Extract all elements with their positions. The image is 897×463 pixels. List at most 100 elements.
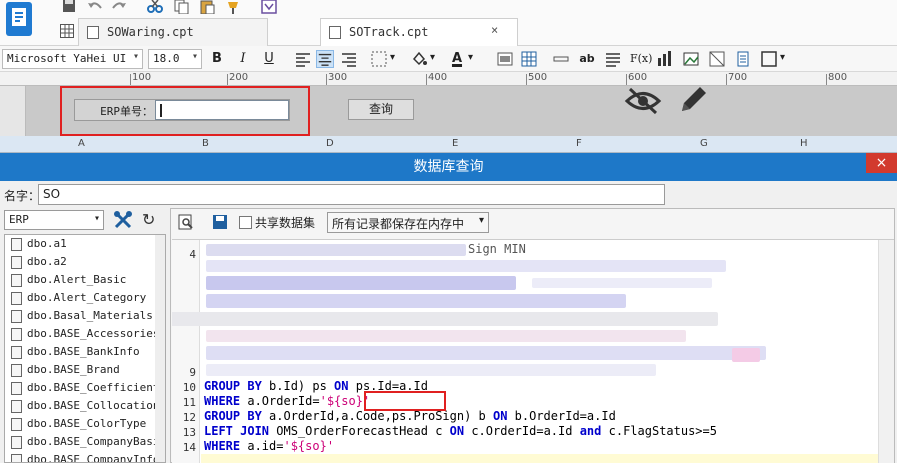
paste-icon[interactable] [198, 0, 216, 14]
align-center-icon[interactable] [316, 50, 334, 68]
ruler-tick: 700 [725, 72, 748, 85]
undo-icon[interactable] [86, 0, 104, 14]
tab-sotrack[interactable]: SOTrack.cpt × [320, 18, 518, 46]
frame-icon[interactable] [760, 50, 778, 68]
chevron-down-icon[interactable]: ▾ [390, 52, 395, 63]
copy-icon[interactable] [172, 0, 190, 14]
line-number: 9 [189, 366, 196, 379]
ruler-tick: 200 [226, 72, 249, 85]
text-tool-icon[interactable]: ab [578, 50, 596, 68]
line-number: 12 [182, 411, 196, 424]
font-color-icon[interactable]: A [448, 50, 466, 68]
obscured-code [206, 346, 766, 360]
report-file-icon [87, 26, 99, 39]
redo-icon[interactable] [110, 0, 128, 14]
image-icon[interactable] [682, 50, 700, 68]
table-name: dbo.BASE_ColorType [27, 417, 147, 430]
editor-scrollbar[interactable] [878, 240, 894, 463]
hide-eye-icon[interactable] [624, 86, 662, 116]
align-right-icon[interactable] [340, 50, 358, 68]
divider-icon[interactable] [552, 50, 570, 68]
list-item[interactable]: dbo.BASE_ColorType [5, 415, 165, 433]
column-header[interactable]: D [326, 138, 334, 149]
grid-icon[interactable] [520, 50, 538, 68]
ruler-tick: 400 [425, 72, 448, 85]
close-tab-icon[interactable]: × [491, 23, 498, 37]
align-left-icon[interactable] [294, 50, 312, 68]
list-item[interactable]: dbo.BASE_CompanyBasic [5, 433, 165, 451]
column-header[interactable]: B [202, 138, 209, 149]
list-item[interactable]: dbo.Alert_Basic [5, 271, 165, 289]
list-item[interactable]: dbo.BASE_CollocationType [5, 397, 165, 415]
list-item[interactable]: dbo.BASE_BankInfo [5, 343, 165, 361]
border-icon[interactable] [370, 50, 388, 68]
obscured-code [206, 260, 726, 272]
paragraph-icon[interactable] [604, 50, 622, 68]
chevron-down-icon[interactable]: ▾ [780, 52, 785, 63]
dataset-name-input[interactable]: SO [38, 184, 665, 205]
list-item[interactable]: dbo.BASE_Coefficient [5, 379, 165, 397]
font-size-select[interactable]: 18.0 ▾ [148, 49, 202, 69]
code-line: WHERE a.id='${so}' [204, 439, 335, 453]
tab-sowaring[interactable]: SOWaring.cpt [78, 18, 268, 46]
pencil-icon[interactable] [676, 83, 710, 117]
table-name: dbo.BASE_Brand [27, 363, 120, 376]
subreport-icon[interactable] [734, 50, 752, 68]
query-button[interactable]: 查询 [348, 99, 414, 120]
table-icon [11, 310, 22, 323]
italic-button[interactable]: I [234, 50, 252, 68]
table-icon [11, 454, 22, 462]
datasource-select[interactable]: ERP ▾ [4, 210, 104, 230]
close-dialog-button[interactable]: × [866, 153, 897, 173]
save-query-icon[interactable] [211, 213, 229, 231]
grid-view-icon[interactable] [60, 24, 74, 38]
list-item[interactable]: dbo.Alert_Category [5, 289, 165, 307]
slash-icon[interactable] [708, 50, 726, 68]
list-item[interactable]: dbo.a2 [5, 253, 165, 271]
column-header[interactable]: E [452, 138, 458, 149]
list-item[interactable]: dbo.BASE_Accessories [5, 325, 165, 343]
table-name: dbo.BASE_CompanyBasic [27, 435, 165, 448]
chevron-down-icon: ▾ [478, 215, 484, 226]
column-header[interactable]: A [78, 138, 85, 149]
column-header[interactable]: F [576, 138, 582, 149]
list-scrollbar[interactable] [155, 235, 165, 462]
column-header[interactable]: H [800, 138, 808, 149]
column-header[interactable]: G [700, 138, 708, 149]
list-item[interactable]: dbo.Basal_Materials [5, 307, 165, 325]
list-item[interactable]: dbo.BASE_CompanyInfo [5, 451, 165, 462]
fill-color-icon[interactable] [410, 50, 428, 68]
list-item[interactable]: dbo.BASE_Brand [5, 361, 165, 379]
chevron-down-icon[interactable]: ▾ [468, 52, 473, 63]
obscured-code [172, 312, 718, 326]
cell-icon[interactable] [496, 50, 514, 68]
format-toolbar: Microsoft YaHei UI ▾ 18.0 ▾ B I U ▾ ▾ A … [0, 46, 897, 72]
formula-icon[interactable]: F(x) [630, 50, 652, 68]
chevron-down-icon[interactable]: ▾ [430, 52, 435, 63]
template-icon[interactable] [260, 0, 278, 14]
bold-button[interactable]: B [208, 50, 226, 68]
sql-editor[interactable]: 4 9 10 11 12 13 14 Sign MIN GROUP BY b.I… [172, 239, 894, 463]
table-name: dbo.BASE_BankInfo [27, 345, 140, 358]
table-icon [11, 382, 22, 395]
horizontal-ruler: 100 200 300 400 500 600 700 800 [0, 72, 897, 86]
chevron-down-icon: ▾ [93, 213, 100, 224]
column-header-row: A B D E F G H [0, 136, 897, 153]
preview-icon[interactable] [177, 213, 195, 231]
format-painter-icon[interactable] [224, 0, 242, 14]
tools-icon[interactable] [112, 209, 134, 231]
font-family-select[interactable]: Microsoft YaHei UI ▾ [2, 49, 143, 69]
table-browser: ERP ▾ ↻ dbo.a1 dbo.a2 dbo.Alert_Basic db… [2, 208, 168, 463]
table-list[interactable]: dbo.a1 dbo.a2 dbo.Alert_Basic dbo.Alert_… [4, 234, 166, 463]
share-dataset-checkbox[interactable] [239, 216, 252, 229]
underline-button[interactable]: U [260, 50, 278, 68]
memory-mode-select[interactable]: 所有记录都保存在内存中 ▾ [327, 212, 489, 233]
table-icon [11, 328, 22, 341]
report-file-icon [329, 26, 341, 39]
cut-icon[interactable] [146, 0, 164, 14]
save-icon[interactable] [60, 0, 78, 14]
chart-icon[interactable] [656, 50, 674, 68]
refresh-icon[interactable]: ↻ [142, 209, 164, 231]
list-item[interactable]: dbo.a1 [5, 235, 165, 253]
table-name: dbo.BASE_CollocationType [27, 399, 165, 412]
